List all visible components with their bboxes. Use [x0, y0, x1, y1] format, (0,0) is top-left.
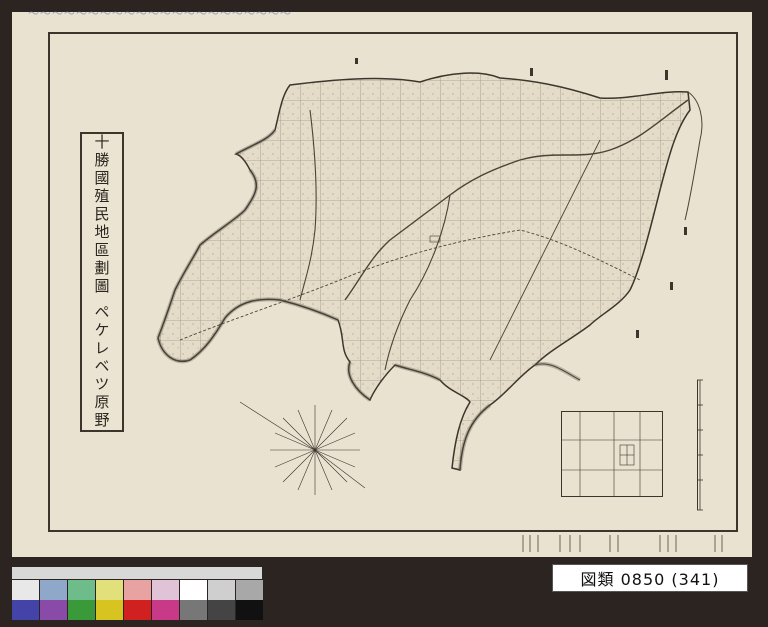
compass-rose-icon: [239, 401, 366, 495]
map-title: 十勝國殖民地區劃圖 ペケレベツ原野: [92, 134, 111, 430]
legend-box: [561, 411, 663, 497]
scale-bar: [697, 380, 704, 510]
title-box: 十勝國殖民地區劃圖 ペケレベツ原野: [80, 132, 124, 432]
ruler: [12, 567, 262, 579]
color-checker-icon: [12, 580, 263, 620]
imprint-lines: [522, 535, 723, 552]
catalog-label: 図類 0850 (341): [552, 564, 748, 592]
